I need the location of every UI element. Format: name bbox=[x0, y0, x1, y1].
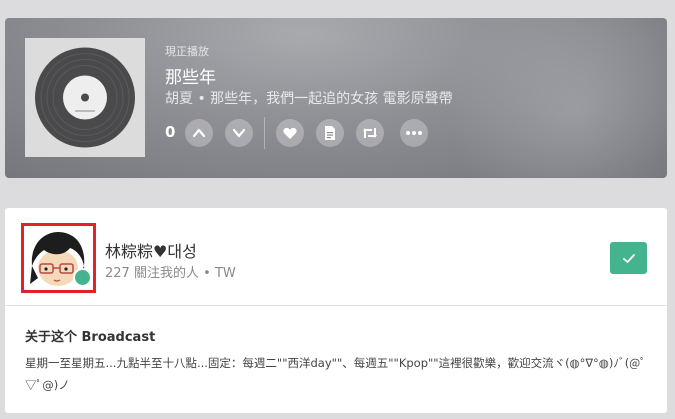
online-status-indicator bbox=[73, 268, 92, 287]
repost-icon bbox=[363, 128, 377, 138]
vote-count: 0 bbox=[165, 123, 176, 141]
lyrics-button[interactable] bbox=[316, 119, 344, 147]
upvote-button[interactable] bbox=[185, 119, 213, 147]
about-title: 关于这个 Broadcast bbox=[25, 330, 156, 345]
track-subtitle: 胡夏 • 那些年，我們一起追的女孩 電影原聲帶 bbox=[165, 91, 453, 107]
followers-count: 227 bbox=[105, 266, 130, 281]
background-glow bbox=[447, 18, 667, 178]
followers-label: 關注我的人 bbox=[133, 266, 199, 281]
album-cover[interactable] bbox=[25, 38, 145, 157]
broadcast-card: 林粽粽♥대성 227 關注我的人 • TW 关于这个 Broadcast 星期一… bbox=[5, 208, 667, 413]
avatar[interactable] bbox=[21, 223, 96, 293]
track-title[interactable]: 那些年 bbox=[165, 63, 216, 88]
meta-separator: • bbox=[203, 266, 211, 281]
downvote-icon bbox=[232, 128, 246, 138]
about-description: 星期一至星期五...九點半至十八點...固定：每週二""西洋day""、每週五"… bbox=[25, 356, 646, 392]
like-button[interactable] bbox=[276, 119, 304, 147]
region-label: TW bbox=[214, 266, 236, 281]
follow-button[interactable] bbox=[610, 242, 647, 274]
broadcaster-meta: 227 關注我的人 • TW bbox=[105, 262, 236, 281]
upvote-icon bbox=[192, 128, 206, 138]
more-icon bbox=[406, 131, 422, 135]
more-button[interactable] bbox=[400, 119, 428, 147]
heart-icon bbox=[283, 127, 297, 139]
checkmark-icon bbox=[622, 253, 635, 263]
vinyl-record-icon bbox=[35, 47, 135, 148]
downvote-button[interactable] bbox=[225, 119, 253, 147]
document-icon bbox=[325, 126, 335, 140]
repost-button[interactable] bbox=[356, 119, 384, 147]
now-playing-label: 現正播放 bbox=[165, 45, 209, 58]
controls-divider bbox=[264, 117, 265, 149]
section-divider bbox=[5, 305, 667, 306]
now-playing-panel: 現正播放 那些年 胡夏 • 那些年，我們一起追的女孩 電影原聲帶 0 bbox=[5, 18, 667, 178]
broadcaster-name[interactable]: 林粽粽♥대성 bbox=[105, 238, 197, 262]
